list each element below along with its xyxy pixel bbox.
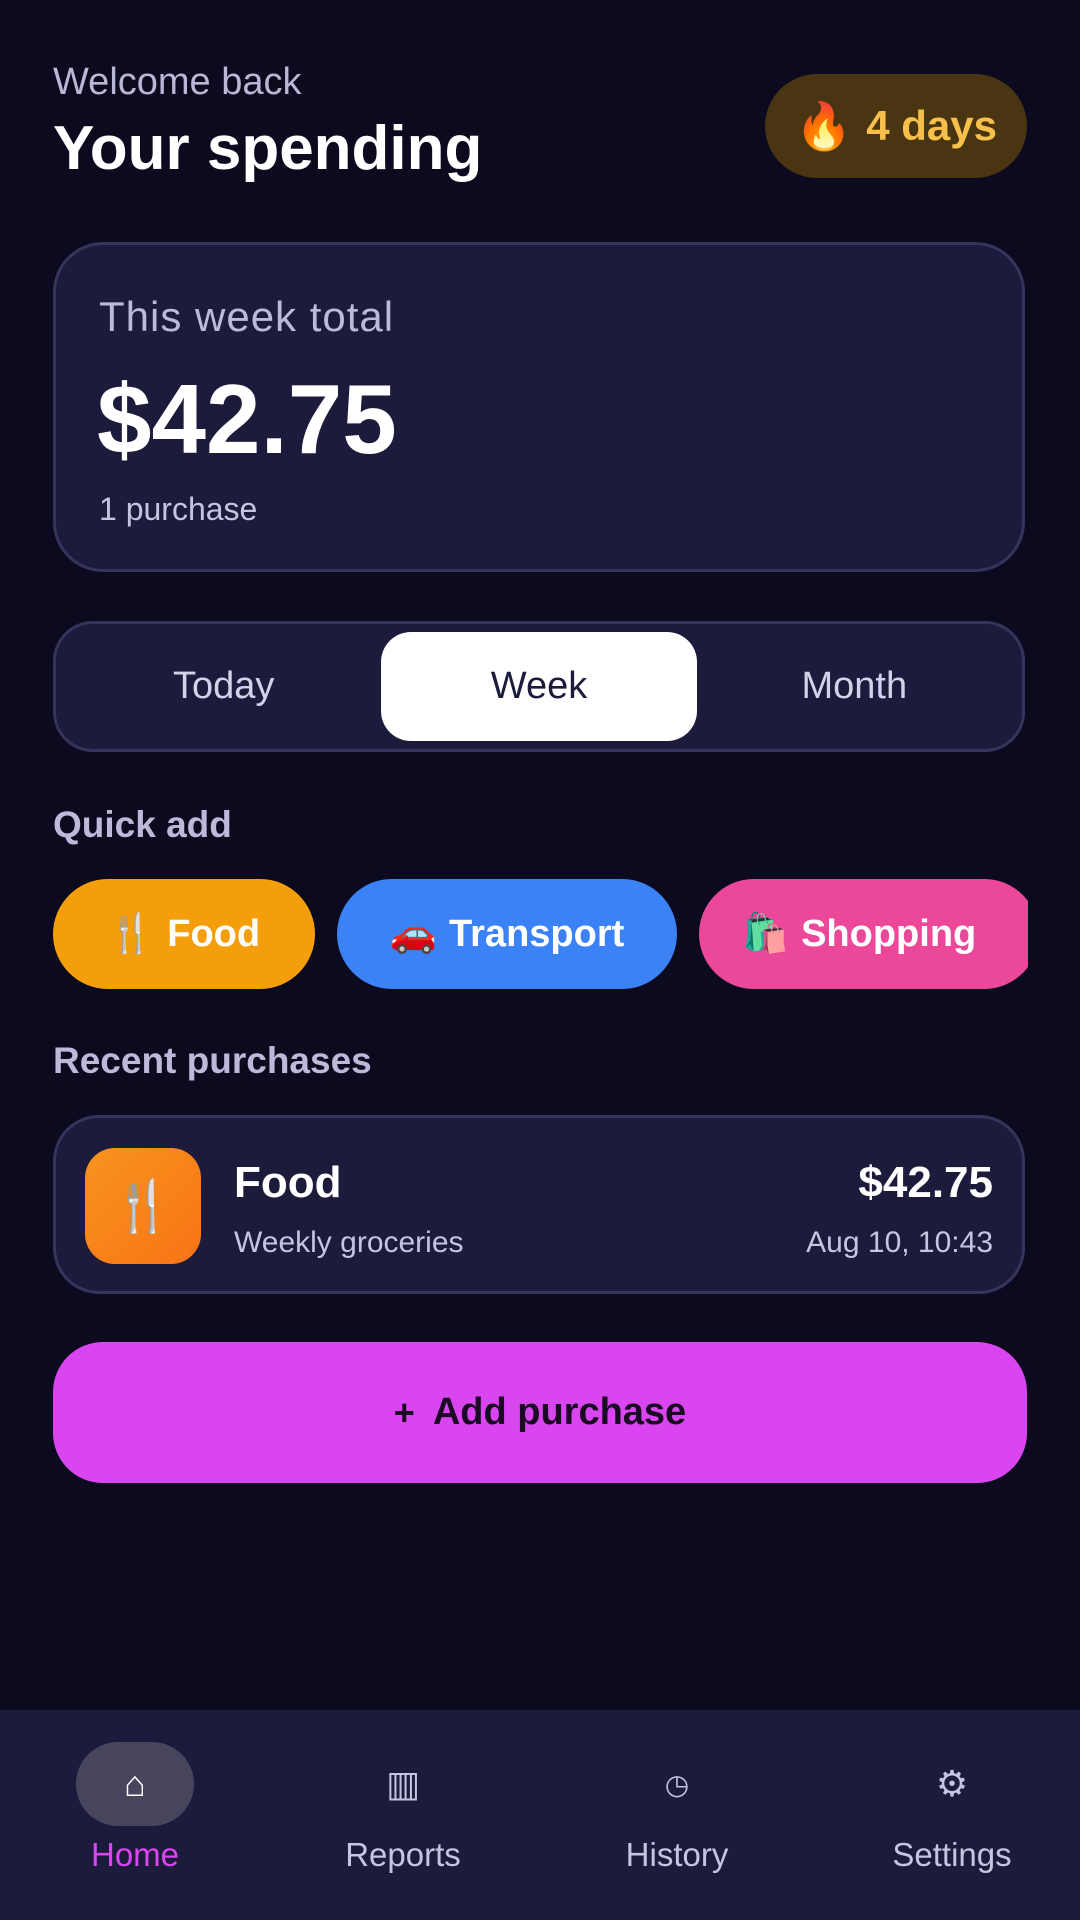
fire-icon: 🔥 bbox=[794, 99, 853, 152]
quick-add-label: Quick add bbox=[53, 804, 232, 845]
tab-month[interactable]: Month bbox=[697, 632, 1012, 741]
car-icon: 🚗 bbox=[389, 913, 438, 955]
fork-knife-icon: 🍴 bbox=[85, 1148, 201, 1264]
recent-purchases-label: Recent purchases bbox=[53, 1040, 372, 1081]
chart-icon: ▥ bbox=[385, 1763, 420, 1804]
nav-label: History bbox=[625, 1836, 729, 1873]
quick-add-transport-button[interactable]: 🚗 Transport bbox=[337, 879, 677, 989]
nav-label: Home bbox=[90, 1836, 180, 1873]
nav-label: Reports bbox=[345, 1836, 461, 1873]
streak-badge[interactable]: 🔥 4 days bbox=[765, 74, 1027, 178]
home-icon: ⌂ bbox=[76, 1742, 194, 1826]
nav-history[interactable]: ◷ History bbox=[542, 1710, 812, 1920]
nav-label: Settings bbox=[892, 1836, 1012, 1873]
add-purchase-button[interactable]: + Add purchase bbox=[53, 1342, 1027, 1483]
chip-label: Shopping bbox=[801, 912, 977, 955]
chip-label: Food bbox=[167, 912, 261, 955]
list-item[interactable]: 🍴 Food Weekly groceries $42.75 Aug 10, 1… bbox=[53, 1115, 1025, 1294]
tab-today[interactable]: Today bbox=[66, 632, 381, 741]
total-label: This week total bbox=[99, 293, 395, 340]
purchase-date: Aug 10, 10:43 bbox=[806, 1226, 993, 1259]
clock-icon: ◷ bbox=[664, 1768, 690, 1800]
tab-week[interactable]: Week bbox=[381, 632, 697, 741]
welcome-text: Welcome back bbox=[53, 61, 302, 103]
purchase-note: Weekly groceries bbox=[234, 1226, 464, 1259]
nav-settings[interactable]: ⚙ Settings bbox=[817, 1710, 1080, 1920]
purchase-count: 1 purchase bbox=[99, 491, 258, 527]
purchase-category: Food bbox=[234, 1158, 342, 1207]
fork-knife-icon: 🍴 bbox=[107, 913, 156, 955]
add-purchase-label: Add purchase bbox=[432, 1391, 687, 1433]
shopping-bag-icon: 🛍️ bbox=[741, 913, 790, 955]
total-amount: $42.75 bbox=[97, 364, 397, 474]
page-title: Your spending bbox=[53, 114, 483, 183]
quick-add-row: 🍴 Food 🚗 Transport 🛍️ Shopping bbox=[53, 879, 1028, 989]
nav-home[interactable]: ⌂ Home bbox=[0, 1710, 270, 1920]
plus-icon: + bbox=[393, 1391, 415, 1433]
gear-icon: ⚙ bbox=[935, 1763, 969, 1804]
quick-add-food-button[interactable]: 🍴 Food bbox=[53, 879, 315, 989]
chip-label: Transport bbox=[449, 912, 625, 955]
period-selector: Today Week Month bbox=[53, 621, 1025, 752]
quick-add-shopping-button[interactable]: 🛍️ Shopping bbox=[699, 879, 1028, 989]
header: Welcome back Your spending bbox=[53, 60, 482, 182]
streak-text: 4 days bbox=[866, 102, 998, 149]
total-card: This week total $42.75 1 purchase bbox=[53, 242, 1025, 572]
bottom-nav: ⌂ Home ▥ Reports ◷ History ⚙ Settings bbox=[0, 1710, 1080, 1920]
purchase-amount: $42.75 bbox=[858, 1158, 993, 1207]
nav-reports[interactable]: ▥ Reports bbox=[268, 1710, 538, 1920]
